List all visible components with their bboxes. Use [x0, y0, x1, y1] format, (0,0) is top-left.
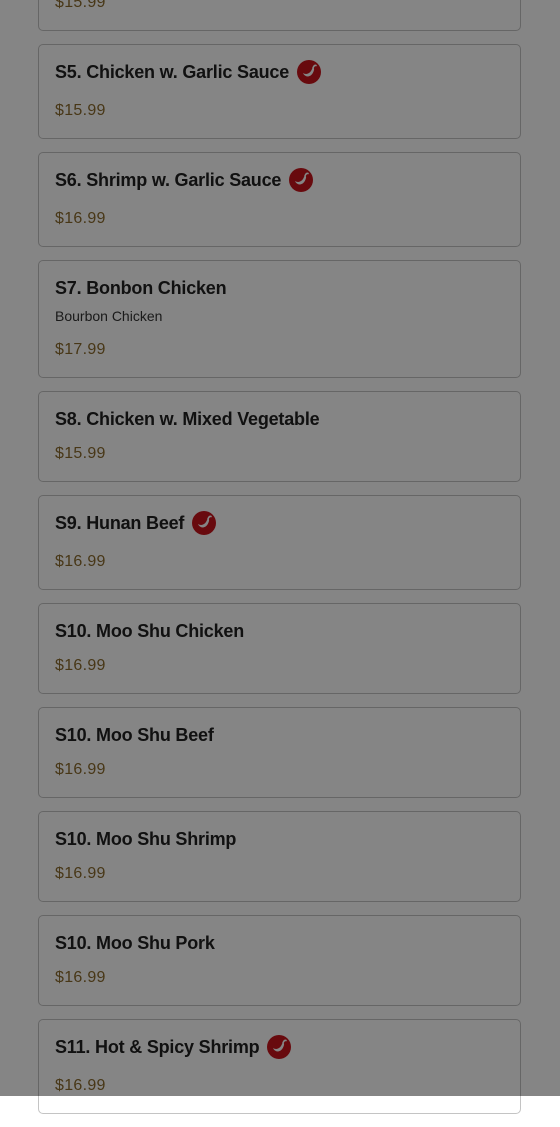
menu-item-card[interactable]: S10. Moo Shu Shrimp $16.99 [38, 811, 521, 902]
menu-item-card[interactable]: S10. Moo Shu Pork $16.99 [38, 915, 521, 1006]
menu-item-title-row: S10. Moo Shu Shrimp [55, 827, 504, 851]
menu-item-card[interactable]: S8. Chicken w. Mixed Vegetable $15.99 [38, 391, 521, 482]
menu-item-title-row: S10. Moo Shu Beef [55, 723, 504, 747]
menu-item-card[interactable]: S9. Hunan Beef $16.99 [38, 495, 521, 590]
chili-pepper-icon [192, 511, 217, 535]
menu-item-price: $17.99 [55, 341, 106, 358]
menu-item-card[interactable]: S10. Moo Shu Beef $16.99 [38, 707, 521, 798]
menu-item-title-row: S8. Chicken w. Mixed Vegetable [55, 407, 504, 431]
menu-item-name: S10. Moo Shu Chicken [55, 620, 245, 641]
menu-item-name: S7. Bonbon Chicken [55, 277, 227, 298]
menu-item-card[interactable]: S7. Bonbon Chicken Bourbon Chicken $17.9… [38, 260, 521, 378]
menu-item-list: $15.99 S5. Chicken w. Garlic Sauce $15.9… [38, 0, 521, 1127]
menu-item-price: $16.99 [55, 865, 106, 882]
chili-pepper-icon [267, 1035, 292, 1059]
menu-item-card[interactable]: S11. Hot & Spicy Shrimp $16.99 [38, 1019, 521, 1114]
chili-pepper-icon [289, 168, 314, 192]
menu-item-title-row: S11. Hot & Spicy Shrimp [55, 1035, 504, 1059]
chili-pepper-icon [297, 60, 322, 84]
menu-item-price: $16.99 [55, 761, 106, 778]
menu-item-name: S10. Moo Shu Beef [55, 724, 214, 745]
menu-item-title-row: S10. Moo Shu Pork [55, 931, 504, 955]
menu-item-name: S11. Hot & Spicy Shrimp [55, 1036, 260, 1057]
menu-item-name: S9. Hunan Beef [55, 512, 185, 533]
menu-item-price: $16.99 [55, 969, 106, 986]
menu-item-name: S8. Chicken w. Mixed Vegetable [55, 408, 320, 429]
menu-item-price: $16.99 [55, 210, 106, 227]
menu-item-title-row: S5. Chicken w. Garlic Sauce [55, 60, 504, 84]
menu-item-title-row: S10. Moo Shu Chicken [55, 619, 504, 643]
menu-item-card[interactable]: S5. Chicken w. Garlic Sauce $15.99 [38, 44, 521, 139]
menu-item-name: S5. Chicken w. Garlic Sauce [55, 61, 290, 82]
menu-item-name: S6. Shrimp w. Garlic Sauce [55, 169, 282, 190]
menu-item-card[interactable]: $15.99 [38, 0, 521, 31]
menu-item-name: S10. Moo Shu Pork [55, 932, 215, 953]
menu-item-price: $15.99 [55, 0, 106, 11]
menu-item-price: $16.99 [55, 553, 106, 570]
menu-item-title-row: S9. Hunan Beef [55, 511, 504, 535]
menu-item-price: $15.99 [55, 445, 106, 462]
menu-item-description: Bourbon Chicken [55, 308, 163, 324]
menu-item-title-row: S6. Shrimp w. Garlic Sauce [55, 168, 504, 192]
menu-item-card[interactable]: S6. Shrimp w. Garlic Sauce $16.99 [38, 152, 521, 247]
menu-item-price: $16.99 [55, 657, 106, 674]
menu-item-price: $16.99 [55, 1077, 106, 1094]
menu-item-title-row: S7. Bonbon Chicken [55, 276, 504, 300]
menu-item-name: S10. Moo Shu Shrimp [55, 828, 237, 849]
menu-item-card[interactable]: S10. Moo Shu Chicken $16.99 [38, 603, 521, 694]
menu-item-price: $15.99 [55, 102, 106, 119]
